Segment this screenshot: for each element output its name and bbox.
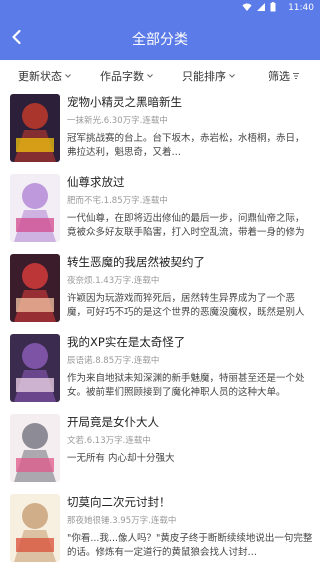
status-time: 11:40 bbox=[288, 3, 314, 13]
filter-update-status[interactable]: 更新状态 bbox=[18, 68, 72, 84]
book-list-item[interactable]: 我的XP实在是太奇怪了 辰语诺.8.85万字.连载中 作为来自地狱未知深渊的新手… bbox=[0, 332, 320, 412]
book-meta: 一抹新光.6.30万字.连载中 bbox=[67, 116, 168, 126]
book-list-item[interactable]: 切莫向二次元讨封！ 那夜她很锤.3.95万字.连载中 "你看...我...像人吗… bbox=[0, 492, 320, 569]
filter-label: 筛选 bbox=[268, 70, 290, 83]
book-list-item[interactable]: 开局竟是女仆大人 文若.6.13万字.连载中 一无所有 内心却十分强大 bbox=[0, 412, 320, 492]
book-title[interactable]: 我的XP实在是太奇怪了 bbox=[67, 334, 313, 350]
book-meta: 那夜她很锤.3.95万字.连载中 bbox=[67, 516, 177, 526]
book-description: 一代仙尊，在即将迈出修仙的最后一步，问鼎仙帝之际，竟被众多好友联手陷害，打入时空… bbox=[67, 213, 305, 238]
book-description: 冠军挑战赛的台上。台下坂木，赤岩松，水梧桐，赤日，弗拉达利，魁思奇，又着… bbox=[67, 133, 305, 158]
book-meta: 夜奈烦.1.43万字.连载中 bbox=[67, 276, 160, 286]
book-list-item[interactable]: 转生恶魔的我居然被契约了 夜奈烦.1.43万字.连载中 许颖因为玩游戏而猝死后，… bbox=[0, 252, 320, 332]
book-list-item[interactable]: 仙尊求放过 肥而不宅.1.85万字.连载中 一代仙尊，在即将迈出修仙的最后一步，… bbox=[0, 172, 320, 252]
chevron-down-icon bbox=[65, 74, 71, 78]
filter-screen[interactable]: 筛选 bbox=[268, 68, 300, 84]
book-description: 作为来自地狱未知深渊的新手魅魔，特丽甚至还是一个处女。被前辈们照顾接到了魔化神职… bbox=[67, 373, 305, 398]
book-title[interactable]: 开局竟是女仆大人 bbox=[67, 414, 313, 430]
signal-icon bbox=[257, 3, 265, 11]
app-bar: 全部分类 bbox=[0, 16, 320, 60]
book-list-item[interactable]: 宠物小精灵之黑暗新生 一抹新光.6.30万字.连载中 冠军挑战赛的台上。台下坂木… bbox=[0, 92, 320, 172]
book-cover-image[interactable] bbox=[10, 94, 60, 162]
filter-word-count[interactable]: 作品字数 bbox=[100, 68, 154, 84]
book-description: 许颖因为玩游戏而猝死后，居然转生异界成为了一个恶魔，可好巧不巧的是这个世界的恶魔… bbox=[67, 293, 305, 318]
book-info: 仙尊求放过 肥而不宅.1.85万字.连载中 一代仙尊，在即将迈出修仙的最后一步，… bbox=[67, 174, 313, 240]
filter-label: 更新状态 bbox=[18, 70, 62, 83]
book-cover-image[interactable] bbox=[10, 334, 60, 402]
book-info: 转生恶魔的我居然被契约了 夜奈烦.1.43万字.连载中 许颖因为玩游戏而猝死后，… bbox=[67, 254, 313, 320]
book-meta: 肥而不宅.1.85万字.连载中 bbox=[67, 196, 168, 206]
book-title[interactable]: 宠物小精灵之黑暗新生 bbox=[67, 94, 313, 110]
book-description: "你看...我...像人吗？"黄皮子终于断断续续地说出一句完整的话。修炼有一定道… bbox=[67, 533, 313, 558]
filter-sort[interactable]: 只能排序 bbox=[182, 68, 236, 84]
book-info: 宠物小精灵之黑暗新生 一抹新光.6.30万字.连载中 冠军挑战赛的台上。台下坂木… bbox=[67, 94, 313, 160]
chevron-down-icon bbox=[147, 74, 153, 78]
book-info: 我的XP实在是太奇怪了 辰语诺.8.85万字.连载中 作为来自地狱未知深渊的新手… bbox=[67, 334, 313, 400]
page-title: 全部分类 bbox=[132, 32, 188, 48]
book-description: 一无所有 内心却十分强大 bbox=[67, 453, 175, 464]
book-cover-image[interactable] bbox=[10, 174, 60, 242]
book-cover-image[interactable] bbox=[10, 494, 60, 562]
book-title[interactable]: 转生恶魔的我居然被契约了 bbox=[67, 254, 313, 270]
book-title[interactable]: 仙尊求放过 bbox=[67, 174, 313, 190]
battery-icon bbox=[270, 2, 276, 12]
book-meta: 辰语诺.8.85万字.连载中 bbox=[67, 356, 160, 366]
wifi-icon bbox=[242, 3, 252, 11]
status-icons bbox=[242, 2, 276, 12]
book-cover-image[interactable] bbox=[10, 254, 60, 322]
book-cover-image[interactable] bbox=[10, 414, 60, 482]
book-info: 开局竟是女仆大人 文若.6.13万字.连载中 一无所有 内心却十分强大 bbox=[67, 414, 313, 480]
filter-icon bbox=[293, 73, 299, 79]
status-bar: 11:40 bbox=[0, 0, 320, 16]
book-title[interactable]: 切莫向二次元讨封！ bbox=[67, 494, 313, 510]
book-meta: 文若.6.13万字.连载中 bbox=[67, 436, 151, 446]
filter-label: 作品字数 bbox=[100, 70, 144, 83]
book-info: 切莫向二次元讨封！ 那夜她很锤.3.95万字.连载中 "你看...我...像人吗… bbox=[67, 494, 313, 560]
chevron-down-icon bbox=[229, 74, 235, 78]
filter-bar: 更新状态 作品字数 只能排序 筛选 bbox=[0, 60, 320, 90]
filter-label: 只能排序 bbox=[182, 70, 226, 83]
